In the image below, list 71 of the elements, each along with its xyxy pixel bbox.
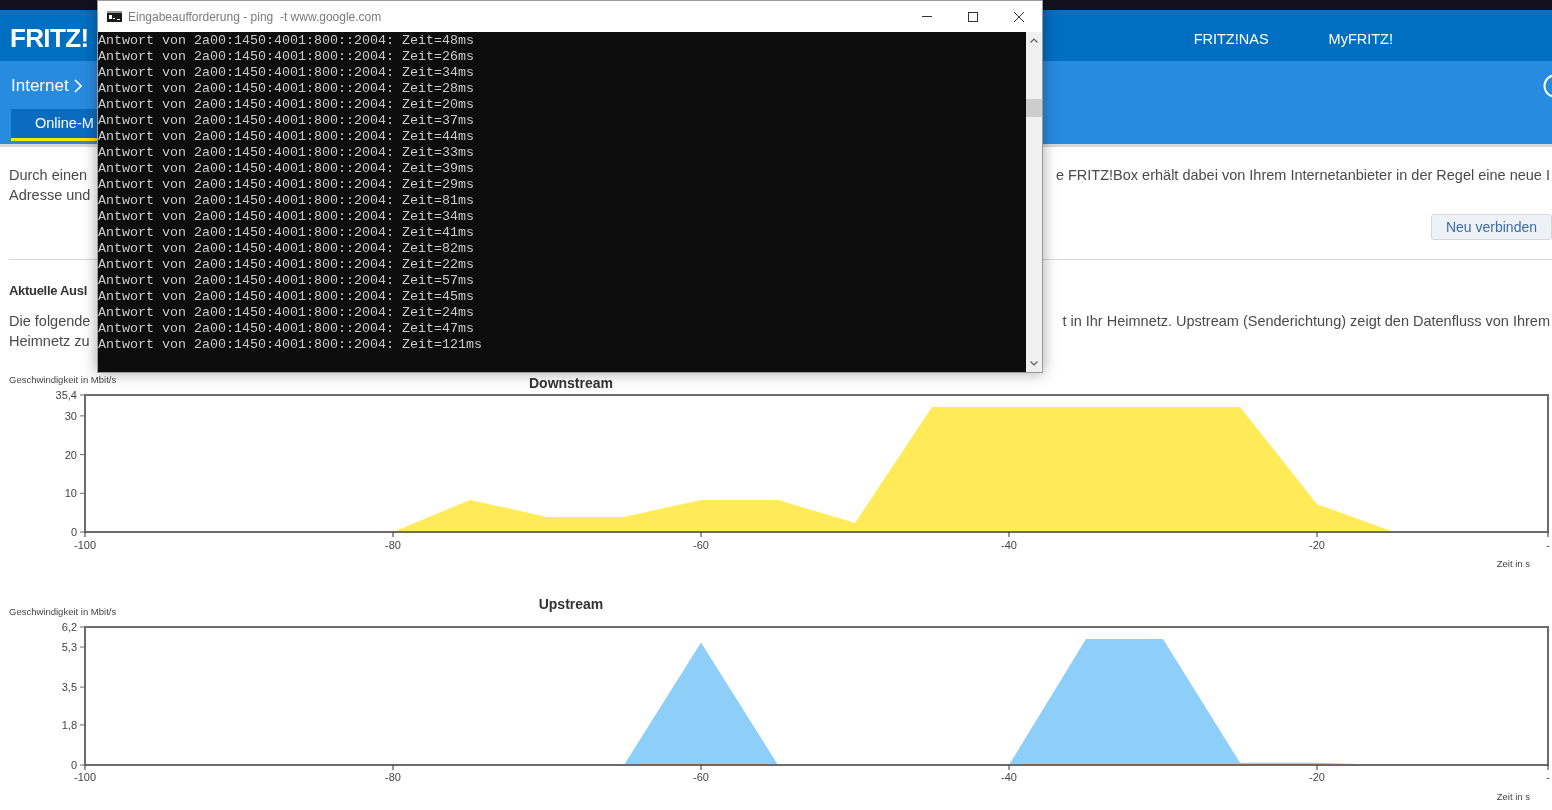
- console-line: Antwort von 2a00:1450:4001:800::2004: Zeit=24ms: [98, 305, 474, 321]
- y-tick-label: 10: [64, 487, 77, 500]
- x-tick-label: -: [1546, 771, 1550, 783]
- nav-link[interactable]: FRITZ!NAS: [1193, 29, 1269, 51]
- chart-title: Upstream: [538, 596, 604, 612]
- console-line: Antwort von 2a00:1450:4001:800::2004: Zeit=121ms: [98, 337, 482, 353]
- y-tick-label: 6,2: [61, 621, 77, 633]
- y-tick-label: 30: [64, 409, 77, 422]
- console-line: Antwort von 2a00:1450:4001:800::2004: Zeit=26ms: [98, 49, 474, 65]
- y-tick-label: 1,8: [61, 718, 77, 731]
- window-title: Eingabeaufforderung - ping -t www.google.com: [128, 8, 382, 26]
- x-tick-label: -20: [1309, 539, 1325, 551]
- logo-text: FRITZ!: [9, 22, 89, 55]
- chevron-up-icon[interactable]: [1030, 38, 1038, 43]
- console-line: Antwort von 2a00:1450:4001:800::2004: Zeit=41ms: [98, 225, 474, 241]
- x-tick-label: -20: [1309, 771, 1325, 783]
- y-tick-label: 0: [70, 526, 77, 538]
- paragraph-text: Die folgende: [9, 312, 91, 332]
- console-line: Antwort von 2a00:1450:4001:800::2004: Zeit=20ms: [98, 97, 474, 113]
- y-tick-label: 0: [70, 759, 77, 771]
- y-tick-label: 20: [64, 448, 77, 461]
- chevron-right-icon: [73, 79, 82, 93]
- y-tick-label: 35,4: [55, 389, 77, 401]
- paragraph-text: e FRITZ!Box erhält dabei von Ihrem Internetanbieter in der Regel eine neue I: [1055, 166, 1551, 186]
- terminal-icon: [107, 11, 122, 22]
- x-axis-title: Zeit in s: [1496, 791, 1530, 802]
- x-tick-label: -60: [693, 539, 709, 551]
- minimize-icon: [922, 16, 932, 17]
- paragraph-text: Heimnetz zu: [9, 332, 90, 352]
- x-tick-label: -40: [1001, 771, 1017, 783]
- console-line: Antwort von 2a00:1450:4001:800::2004: Zeit=34ms: [98, 65, 474, 81]
- reconnect-button[interactable]: Neu verbinden: [1430, 214, 1552, 240]
- x-tick-label: -40: [1001, 539, 1017, 551]
- section-heading: Aktuelle Ausl: [9, 282, 87, 301]
- console-line: Antwort von 2a00:1450:4001:800::2004: Zeit=33ms: [98, 145, 474, 161]
- x-tick-label: -: [1546, 539, 1550, 551]
- close-icon: [1014, 11, 1024, 22]
- console-line: Antwort von 2a00:1450:4001:800::2004: Zeit=44ms: [98, 129, 474, 145]
- x-tick-label: -60: [693, 771, 709, 783]
- console-line: Antwort von 2a00:1450:4001:800::2004: Zeit=81ms: [98, 193, 474, 209]
- y-axis-title: Geschwindigkeit in Mbit/s: [9, 606, 117, 617]
- y-tick-label: 5,3: [61, 641, 77, 654]
- x-tick-label: -100: [74, 771, 96, 783]
- x-axis-title: Zeit in s: [1496, 558, 1530, 569]
- x-tick-label: -80: [385, 539, 401, 551]
- breadcrumb-link[interactable]: Internet: [11, 73, 69, 99]
- paragraph-text: Durch einen: [9, 166, 88, 186]
- x-tick-label: -100: [74, 539, 96, 551]
- console-line: Antwort von 2a00:1450:4001:800::2004: Zeit=48ms: [98, 33, 474, 49]
- console-line: Antwort von 2a00:1450:4001:800::2004: Zeit=39ms: [98, 161, 474, 177]
- scrollbar-track[interactable]: [1026, 32, 1042, 372]
- console-line: Antwort von 2a00:1450:4001:800::2004: Zeit=22ms: [98, 257, 474, 273]
- console-line: Antwort von 2a00:1450:4001:800::2004: Zeit=57ms: [98, 273, 474, 289]
- chevron-down-icon[interactable]: [1030, 361, 1038, 366]
- y-axis-title: Geschwindigkeit in Mbit/s: [9, 374, 117, 385]
- x-tick-label: -80: [385, 771, 401, 783]
- console-line: Antwort von 2a00:1450:4001:800::2004: Zeit=45ms: [98, 289, 474, 305]
- console-line: Antwort von 2a00:1450:4001:800::2004: Zeit=37ms: [98, 113, 474, 129]
- maximize-icon: [968, 11, 978, 22]
- chart-title: Downstream: [529, 375, 613, 391]
- nav-link[interactable]: MyFRITZ!: [1328, 29, 1393, 51]
- paragraph-text: t in Ihr Heimnetz. Upstream (Senderichtung) zeigt den Datenfluss von Ihrem: [1062, 312, 1551, 332]
- console-line: Antwort von 2a00:1450:4001:800::2004: Zeit=47ms: [98, 321, 474, 337]
- console-line: Antwort von 2a00:1450:4001:800::2004: Zeit=29ms: [98, 177, 474, 193]
- tab[interactable]: Online-M: [11, 109, 97, 141]
- scrollbar-thumb[interactable]: [1026, 99, 1042, 117]
- console-line: Antwort von 2a00:1450:4001:800::2004: Zeit=82ms: [98, 241, 474, 257]
- console-line: Antwort von 2a00:1450:4001:800::2004: Zeit=28ms: [98, 81, 474, 97]
- paragraph-text: Adresse und: [9, 186, 91, 206]
- console-line: Antwort von 2a00:1450:4001:800::2004: Zeit=34ms: [98, 209, 474, 225]
- y-tick-label: 3,5: [61, 681, 77, 694]
